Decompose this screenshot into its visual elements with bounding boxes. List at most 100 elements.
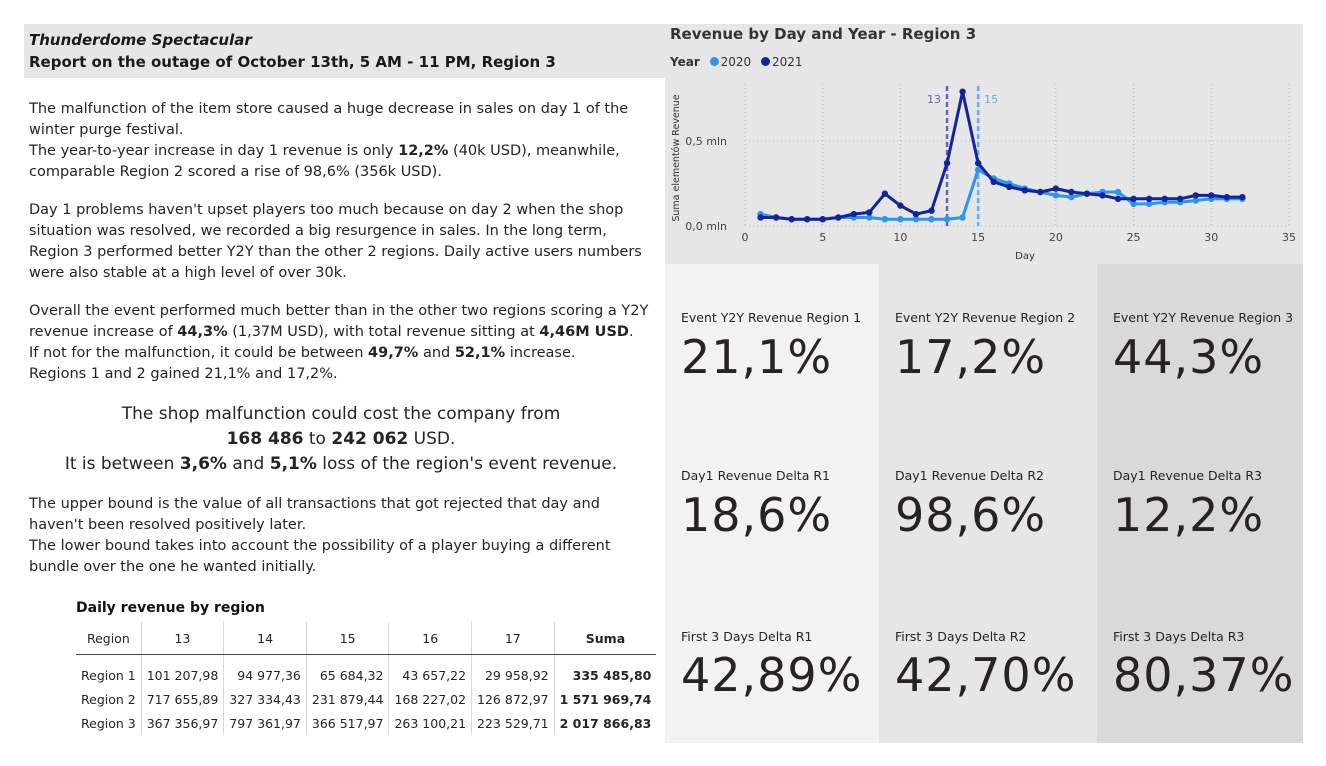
data-point-2021 xyxy=(943,159,951,167)
highlight-value: 52,1% xyxy=(454,345,506,361)
data-point-2021 xyxy=(772,214,780,221)
kpi-label: Event Y2Y Revenue Region 2 xyxy=(895,310,1076,325)
kpi-label: Day1 Revenue Delta R1 xyxy=(681,468,830,483)
data-point-2021 xyxy=(803,216,811,223)
revenue-line-chart[interactable]: 0 5 10 15 20 25 30 35 0,0 mln 0,5 mln Day Suma elem… xyxy=(665,24,1303,264)
table-cell: 65 684,32 xyxy=(306,654,390,687)
data-point-2021 xyxy=(1021,187,1028,194)
data-point-2021 xyxy=(788,216,795,223)
highlight-value: 49,7% xyxy=(368,345,419,361)
kpi-label: Day1 Revenue Delta R3 xyxy=(1113,468,1262,483)
paragraph-text: Overall the event performed much better … xyxy=(29,303,649,340)
kpi-card[interactable]: First 3 Days Delta R3 80,37% xyxy=(1097,582,1303,743)
data-point-2021 xyxy=(912,210,920,218)
data-point-2021 xyxy=(1208,192,1215,199)
data-point-2020 xyxy=(881,216,889,223)
table-cell: 367 356,97 xyxy=(141,711,225,735)
data-point-2021 xyxy=(1114,195,1122,202)
data-point-2021 xyxy=(850,210,857,218)
report-subtitle: Report on the outage of October 13th, 5 … xyxy=(29,53,556,71)
data-point-2021 xyxy=(835,214,842,221)
data-point-2021 xyxy=(1177,195,1184,202)
table-title: Daily revenue by region xyxy=(76,600,265,616)
data-point-2021 xyxy=(974,159,982,167)
y-tick-label: 0,5 mln xyxy=(685,135,727,148)
paragraph-overall: Overall the event performed much better … xyxy=(29,301,657,385)
data-point-2021 xyxy=(1130,195,1137,202)
data-point-2021 xyxy=(1161,195,1168,202)
table-cell: 263 100,21 xyxy=(388,711,473,735)
x-tick-label: 0 xyxy=(742,231,749,244)
column-header[interactable]: 14 xyxy=(223,622,307,655)
paragraph-text: If not for the malfunction, it could be … xyxy=(29,345,576,361)
data-point-2021 xyxy=(897,202,904,209)
table-cell: 335 485,80 xyxy=(572,667,652,683)
data-point-2021 xyxy=(990,178,997,185)
kpi-card[interactable]: Day1 Revenue Delta R3 12,2% xyxy=(1097,423,1303,582)
kpi-card[interactable]: Event Y2Y Revenue Region 2 17,2% xyxy=(879,264,1097,423)
callout-line: The shop malfunction could cost the comp… xyxy=(121,404,561,424)
kpi-value: 21,1% xyxy=(681,330,833,384)
highlight-value: 4,46M USD xyxy=(539,324,629,340)
paragraph-text: Day 1 problems haven't upset players too… xyxy=(29,202,642,281)
data-point-2021 xyxy=(819,216,826,223)
table-cell: 717 655,89 xyxy=(141,687,225,711)
paragraph-text: The lower bound takes into account the p… xyxy=(29,538,611,575)
table-cell: 94 977,36 xyxy=(223,654,307,687)
daily-revenue-table: Region 13 14 15 16 17 Suma Region 1 101 … xyxy=(76,622,657,735)
y-axis-title: Suma elementów Revenue xyxy=(671,94,682,221)
column-header[interactable]: 17 xyxy=(471,622,555,655)
data-point-2020 xyxy=(928,216,935,223)
kpi-value: 42,70% xyxy=(895,648,1077,702)
data-point-2021 xyxy=(1099,192,1106,199)
data-point-2021 xyxy=(1006,183,1013,191)
kpi-card[interactable]: First 3 Days Delta R2 42,70% xyxy=(879,582,1097,743)
series-line-2021 xyxy=(760,90,1243,221)
x-tick-label: 15 xyxy=(971,231,985,244)
reference-line-label: 13 xyxy=(927,93,941,106)
report-header: Thunderdome Spectacular Report on the ou… xyxy=(24,24,666,78)
kpi-card[interactable]: Day1 Revenue Delta R1 18,6% xyxy=(665,423,879,582)
callout-line: 168 486 to 242 062 USD. xyxy=(226,429,456,449)
kpi-label: First 3 Days Delta R2 xyxy=(895,629,1027,644)
table-cell: Region 1 xyxy=(76,654,142,687)
table-row[interactable]: Region 1 101 207,98 94 977,36 65 684,32 … xyxy=(76,654,656,687)
data-point-2021 xyxy=(1192,192,1199,199)
paragraph-text: The malfunction of the item store caused… xyxy=(29,101,629,138)
kpi-card[interactable]: Day1 Revenue Delta R2 98,6% xyxy=(879,423,1097,582)
table-cell: 1 571 969,74 xyxy=(559,691,652,707)
table-cell: 231 879,44 xyxy=(306,687,390,711)
table-cell: 126 872,97 xyxy=(471,687,555,711)
data-point-2021 xyxy=(1068,188,1075,196)
table-cell: 223 529,71 xyxy=(471,711,555,735)
kpi-value: 98,6% xyxy=(895,488,1047,542)
table-row[interactable]: Region 2 717 655,89 327 334,43 231 879,4… xyxy=(76,687,656,711)
data-point-2020 xyxy=(959,214,966,221)
data-point-2021 xyxy=(881,190,889,197)
reference-line-label: 15 xyxy=(984,93,998,106)
table-cell: 797 361,97 xyxy=(223,711,307,735)
kpi-value: 12,2% xyxy=(1113,488,1265,542)
kpi-label: Event Y2Y Revenue Region 3 xyxy=(1113,310,1294,325)
x-tick-label: 30 xyxy=(1204,231,1218,244)
kpi-card[interactable]: Event Y2Y Revenue Region 1 21,1% xyxy=(665,264,879,423)
highlight-value: 12,2% xyxy=(398,143,449,159)
column-header[interactable]: 16 xyxy=(388,622,473,655)
paragraph-day1: The malfunction of the item store caused… xyxy=(29,99,657,183)
data-point-2021 xyxy=(1083,190,1091,197)
callout-line: It is between 3,6% and 5,1% loss of the … xyxy=(64,454,618,474)
kpi-label: First 3 Days Delta R1 xyxy=(681,629,813,644)
column-header[interactable]: Region xyxy=(76,622,142,655)
table-row[interactable]: Region 3 367 356,97 797 361,97 366 517,9… xyxy=(76,711,656,735)
column-header[interactable]: Suma xyxy=(554,622,657,655)
column-header[interactable]: 15 xyxy=(306,622,390,655)
x-tick-label: 5 xyxy=(819,231,826,244)
kpi-card[interactable]: First 3 Days Delta R1 42,89% xyxy=(665,582,879,743)
x-tick-label: 10 xyxy=(893,231,907,244)
kpi-value: 17,2% xyxy=(895,330,1047,384)
data-point-2020 xyxy=(897,216,904,223)
paragraph-text: The year-to-year increase in day 1 reven… xyxy=(29,143,620,180)
kpi-card[interactable]: Event Y2Y Revenue Region 3 44,3% xyxy=(1097,264,1303,423)
column-header[interactable]: 13 xyxy=(141,622,225,655)
data-point-2021 xyxy=(1037,188,1044,196)
